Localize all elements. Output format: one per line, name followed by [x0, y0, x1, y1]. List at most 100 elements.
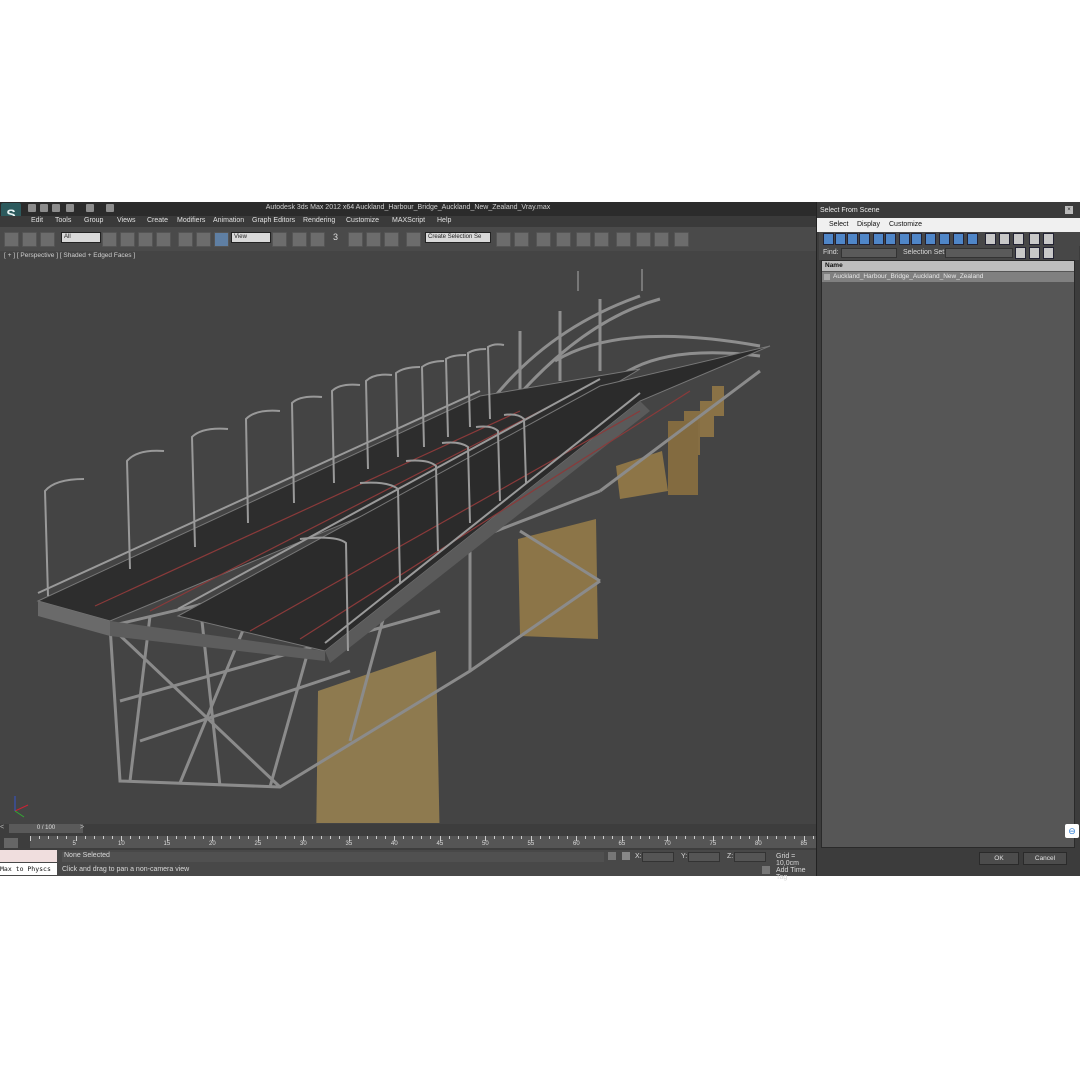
dialog-menu-select[interactable]: Select	[829, 221, 848, 228]
display-helpers-icon[interactable]	[873, 233, 884, 245]
display-hidden-icon[interactable]	[967, 233, 978, 245]
menu-modifiers[interactable]: Modifiers	[177, 217, 205, 224]
object-type-icon	[824, 274, 830, 280]
open-file-icon[interactable]	[40, 204, 48, 212]
menu-edit[interactable]: Edit	[31, 217, 43, 224]
close-icon[interactable]: ×	[1065, 206, 1073, 214]
display-lights-icon[interactable]	[847, 233, 858, 245]
select-by-name-icon[interactable]	[120, 232, 135, 247]
display-bones-icon[interactable]	[925, 233, 936, 245]
keyboard-shortcut-icon[interactable]	[310, 232, 325, 247]
menu-customize[interactable]: Customize	[346, 217, 379, 224]
prev-frame-icon[interactable]: <	[0, 824, 4, 831]
selection-set-dropdown[interactable]	[945, 248, 1013, 258]
teamviewer-icon[interactable]: ⊖	[1065, 824, 1079, 838]
dialog-menu-display[interactable]: Display	[857, 221, 880, 228]
schematic-view-icon[interactable]	[594, 232, 609, 247]
render-production-icon[interactable]	[674, 232, 689, 247]
bind-space-warp-icon[interactable]	[40, 232, 55, 247]
z-coordinate-field[interactable]	[734, 852, 766, 862]
curve-editor-icon[interactable]	[576, 232, 591, 247]
save-file-icon[interactable]	[52, 204, 60, 212]
pivot-center-icon[interactable]	[272, 232, 287, 247]
menu-views[interactable]: Views	[117, 217, 136, 224]
redo-icon[interactable]	[86, 204, 94, 212]
list-item[interactable]: Auckland_Harbour_Bridge_Auckland_New_Zea…	[822, 272, 1074, 282]
display-groups-icon[interactable]	[899, 233, 910, 245]
scale-icon[interactable]	[214, 232, 229, 247]
ok-button[interactable]: OK	[979, 852, 1019, 865]
display-all-icon[interactable]	[985, 233, 996, 245]
layer-manager-icon[interactable]	[536, 232, 551, 247]
mirror-icon[interactable]	[496, 232, 511, 247]
rendered-frame-window-icon[interactable]	[654, 232, 669, 247]
sort-icon[interactable]	[1043, 233, 1054, 245]
y-coordinate-field[interactable]	[688, 852, 720, 862]
display-frozen-icon[interactable]	[953, 233, 964, 245]
menu-group[interactable]: Group	[84, 217, 103, 224]
menu-tools[interactable]: Tools	[55, 217, 71, 224]
find-input[interactable]	[841, 248, 897, 258]
time-slider[interactable]: 0 / 100	[9, 824, 83, 833]
menu-help[interactable]: Help	[437, 217, 451, 224]
menu-animation[interactable]: Animation	[213, 217, 244, 224]
unlink-icon[interactable]	[22, 232, 37, 247]
remove-selection-set-icon[interactable]	[1029, 247, 1040, 259]
rotate-icon[interactable]	[196, 232, 211, 247]
align-icon[interactable]	[514, 232, 529, 247]
display-xrefs-icon[interactable]	[911, 233, 922, 245]
dialog-menu-customize[interactable]: Customize	[889, 221, 922, 228]
display-cameras-icon[interactable]	[859, 233, 870, 245]
track-bar-tick	[512, 836, 514, 839]
x-coordinate-field[interactable]	[642, 852, 674, 862]
menu-rendering[interactable]: Rendering	[303, 217, 335, 224]
maxscript-listener-output[interactable]: Max to Physcs	[0, 863, 57, 875]
edit-named-selection-icon[interactable]	[406, 232, 421, 247]
material-editor-icon[interactable]	[616, 232, 631, 247]
maxscript-mini-listener[interactable]	[0, 850, 57, 862]
spinner-snap-icon[interactable]	[384, 232, 399, 247]
render-setup-icon[interactable]	[636, 232, 651, 247]
menu-maxscript[interactable]: MAXScript	[392, 217, 425, 224]
menu-create[interactable]: Create	[147, 217, 168, 224]
edit-selection-set-icon[interactable]	[1043, 247, 1054, 259]
select-object-icon[interactable]	[102, 232, 117, 247]
display-geometry-icon[interactable]	[823, 233, 834, 245]
menu-graph-editors[interactable]: Graph Editors	[252, 217, 295, 224]
add-time-tag[interactable]: Add Time Tag	[776, 867, 816, 881]
track-bar-icon[interactable]	[4, 838, 18, 848]
window-crossing-icon[interactable]	[156, 232, 171, 247]
undo-icon[interactable]	[66, 204, 74, 212]
project-folder-icon[interactable]	[106, 204, 114, 212]
new-file-icon[interactable]	[28, 204, 36, 212]
selection-filter-dropdown[interactable]: All	[61, 232, 101, 243]
display-shapes-icon[interactable]	[835, 233, 846, 245]
time-tag-icon[interactable]	[762, 866, 770, 874]
track-bar-tick-label: 50	[482, 841, 489, 847]
track-bar-tick	[503, 836, 505, 839]
selection-lock-icon[interactable]	[608, 852, 616, 860]
perspective-viewport[interactable]: [ + ] [ Perspective ] [ Shaded + Edged F…	[0, 251, 816, 823]
track-bar[interactable]: 5 10 15 20 25 30 35 40 45 50 55 60 65 70 75 80 85	[30, 836, 841, 848]
absolute-mode-icon[interactable]	[622, 852, 630, 860]
display-containers-icon[interactable]	[939, 233, 950, 245]
select-link-icon[interactable]	[4, 232, 19, 247]
cancel-button[interactable]: Cancel	[1023, 852, 1067, 865]
display-none-icon[interactable]	[999, 233, 1010, 245]
snap-toggle-icon[interactable]: 3	[333, 232, 338, 242]
add-selection-set-icon[interactable]	[1015, 247, 1026, 259]
filter-icon[interactable]	[1029, 233, 1040, 245]
select-manipulate-icon[interactable]	[292, 232, 307, 247]
rect-selection-icon[interactable]	[138, 232, 153, 247]
move-icon[interactable]	[178, 232, 193, 247]
display-invert-icon[interactable]	[1013, 233, 1024, 245]
graphite-tools-icon[interactable]	[556, 232, 571, 247]
display-spacewarps-icon[interactable]	[885, 233, 896, 245]
next-frame-icon[interactable]: >	[80, 824, 84, 831]
percent-snap-icon[interactable]	[366, 232, 381, 247]
named-selection-dropdown[interactable]: Create Selection Se	[425, 232, 491, 243]
angle-snap-icon[interactable]	[348, 232, 363, 247]
ref-coord-dropdown[interactable]: View	[231, 232, 271, 243]
column-header-name[interactable]: Name	[822, 261, 1074, 271]
track-bar-tick	[466, 836, 468, 839]
